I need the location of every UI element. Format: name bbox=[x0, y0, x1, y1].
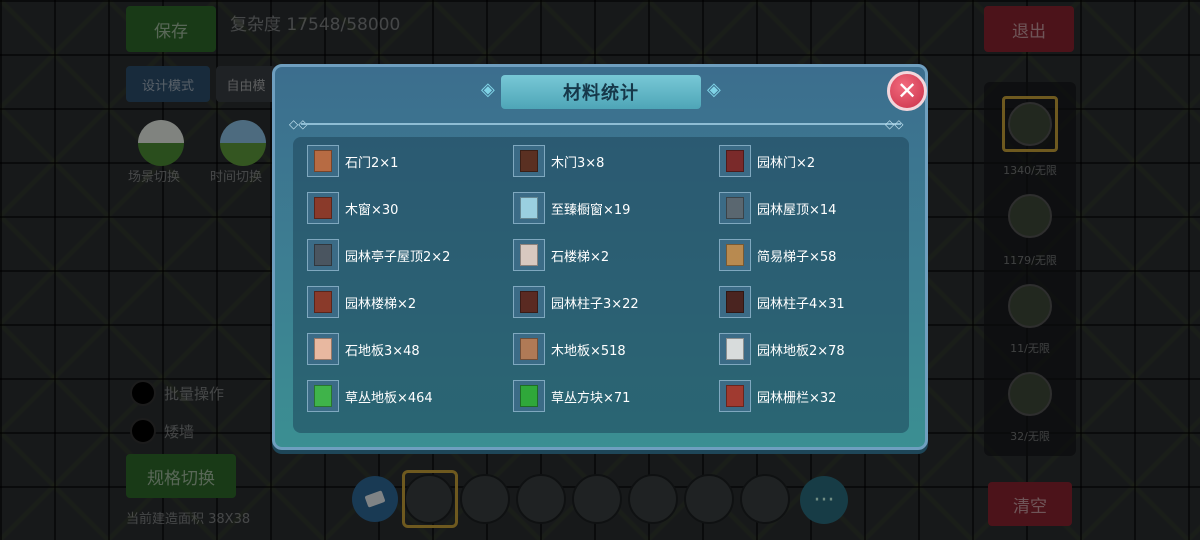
material-label: 木门3×8 bbox=[551, 155, 605, 171]
material-label: 石门2×1 bbox=[345, 155, 399, 171]
material-label: 园林柱子3×22 bbox=[551, 296, 639, 312]
grass-floor-icon bbox=[307, 380, 339, 412]
stone-floor-icon bbox=[307, 333, 339, 365]
stone-stairs-icon bbox=[513, 239, 545, 271]
ladder-icon bbox=[719, 239, 751, 271]
material-label: 至臻橱窗×19 bbox=[551, 202, 631, 218]
material-label: 石楼梯×2 bbox=[551, 249, 610, 265]
garden-floor-icon bbox=[719, 333, 751, 365]
material-item: 至臻橱窗×19 bbox=[513, 192, 630, 224]
title-ornament-right-icon: ◈ bbox=[707, 79, 721, 100]
material-label: 草丛地板×464 bbox=[345, 390, 433, 406]
close-button[interactable]: ✕ bbox=[887, 71, 927, 111]
material-label: 园林柱子4×31 bbox=[757, 296, 845, 312]
wood-window-icon bbox=[307, 192, 339, 224]
material-label: 简易梯子×58 bbox=[757, 249, 837, 265]
material-label: 木地板×518 bbox=[551, 343, 626, 359]
garden-roof-icon bbox=[719, 192, 751, 224]
grass-block-icon bbox=[513, 380, 545, 412]
material-item: 木地板×518 bbox=[513, 333, 626, 365]
wood-floor-icon bbox=[513, 333, 545, 365]
dialog-title: 材料统计 bbox=[501, 75, 701, 109]
garden-door-icon bbox=[719, 145, 751, 177]
stone-door-icon bbox=[307, 145, 339, 177]
material-item: 园林地板2×78 bbox=[719, 333, 845, 365]
pavilion-roof-icon bbox=[307, 239, 339, 271]
title-ornament-left-icon: ◈ bbox=[481, 79, 495, 100]
material-item: 石门2×1 bbox=[307, 145, 398, 177]
material-label: 园林地板2×78 bbox=[757, 343, 845, 359]
material-label: 园林亭子屋顶2×2 bbox=[345, 249, 451, 265]
material-item: 园林亭子屋顶2×2 bbox=[307, 239, 450, 271]
material-label: 园林楼梯×2 bbox=[345, 296, 417, 312]
material-item: 简易梯子×58 bbox=[719, 239, 836, 271]
garden-pillar-tall-icon bbox=[719, 286, 751, 318]
garden-stairs-icon bbox=[307, 286, 339, 318]
material-list: 石门2×1 木门3×8 园林门×2 木窗×30 至臻橱窗×19 园林屋顶×14 园林亭子屋顶… bbox=[293, 137, 909, 433]
material-label: 园林栅栏×32 bbox=[757, 390, 837, 406]
material-item: 石楼梯×2 bbox=[513, 239, 609, 271]
material-label: 木窗×30 bbox=[345, 202, 399, 218]
material-item: 草丛方块×71 bbox=[513, 380, 630, 412]
material-item: 园林栅栏×32 bbox=[719, 380, 836, 412]
wood-door-icon bbox=[513, 145, 545, 177]
material-stats-dialog: ◈ 材料统计 ◈ ✕ ◇◇ ◇◇ 石门2×1 木门3×8 园林门×2 木窗×30 至臻橱… bbox=[272, 64, 928, 450]
material-item: 园林门×2 bbox=[719, 145, 815, 177]
material-item: 园林柱子4×31 bbox=[719, 286, 845, 318]
material-label: 草丛方块×71 bbox=[551, 390, 631, 406]
close-icon: ✕ bbox=[896, 77, 918, 105]
material-item: 木窗×30 bbox=[307, 192, 398, 224]
material-item: 园林楼梯×2 bbox=[307, 286, 416, 318]
garden-pillar-icon bbox=[513, 286, 545, 318]
material-label: 石地板3×48 bbox=[345, 343, 420, 359]
title-divider bbox=[301, 123, 901, 125]
material-item: 园林柱子3×22 bbox=[513, 286, 639, 318]
divider-ornament-icon: ◇◇ bbox=[885, 117, 904, 131]
display-window-icon bbox=[513, 192, 545, 224]
material-item: 木门3×8 bbox=[513, 145, 604, 177]
material-item: 石地板3×48 bbox=[307, 333, 420, 365]
garden-fence-icon bbox=[719, 380, 751, 412]
material-label: 园林门×2 bbox=[757, 155, 816, 171]
material-item: 园林屋顶×14 bbox=[719, 192, 836, 224]
material-item: 草丛地板×464 bbox=[307, 380, 433, 412]
material-label: 园林屋顶×14 bbox=[757, 202, 837, 218]
